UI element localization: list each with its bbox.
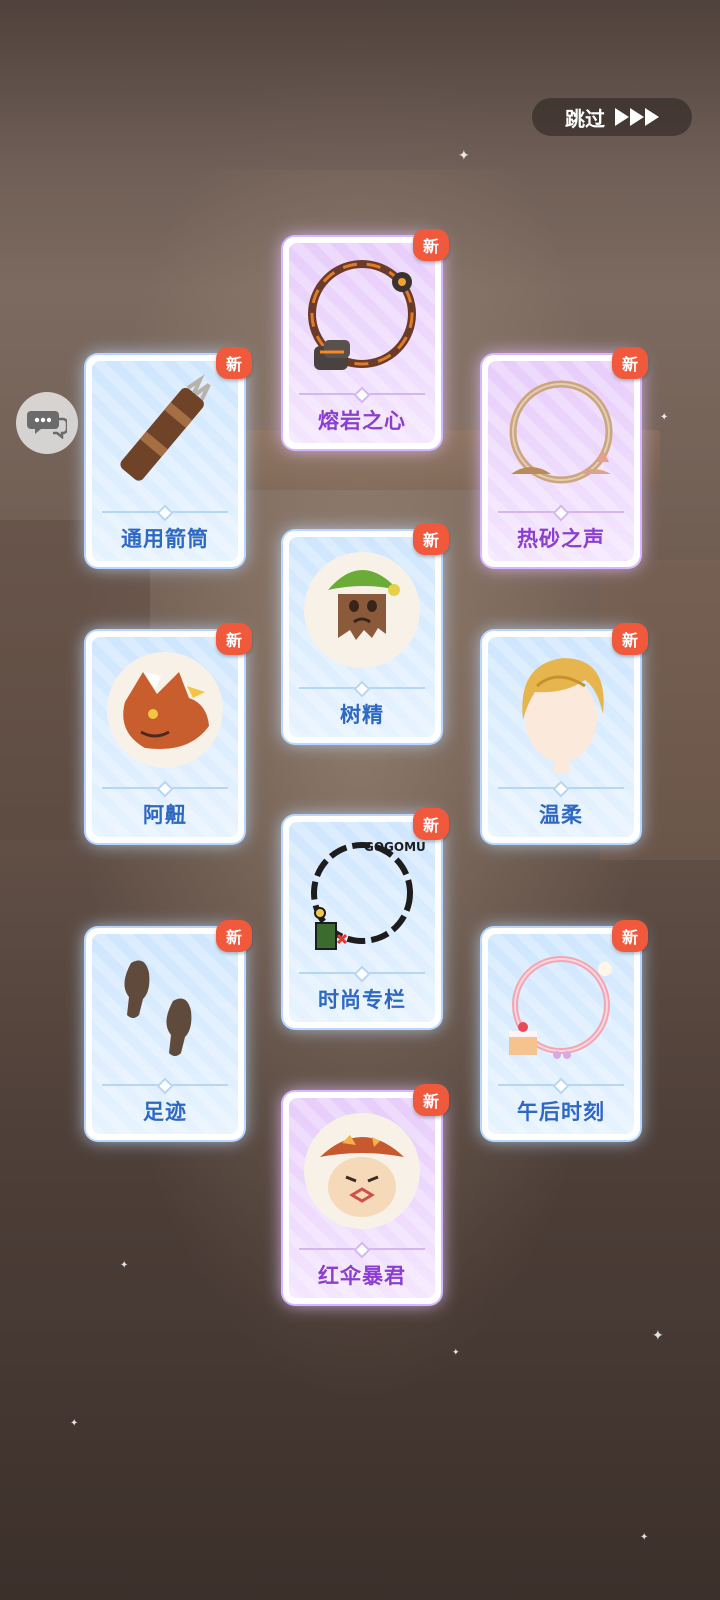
sand-frame-icon: [488, 367, 634, 501]
skip-button[interactable]: 跳过: [532, 98, 692, 136]
footprints-icon: [92, 940, 238, 1074]
new-badge: 新: [215, 347, 252, 379]
reward-card-quiver[interactable]: 通用箭筒 新: [86, 347, 252, 567]
new-badge: 新: [215, 920, 252, 952]
card-name: 足迹: [143, 1100, 187, 1124]
reward-card-afternoon[interactable]: 午后时刻 新: [482, 920, 648, 1140]
reward-card-treant[interactable]: 树精 新: [283, 523, 449, 743]
mushroom-icon: [289, 1104, 435, 1238]
card-divider: [299, 687, 425, 689]
card-divider: [498, 511, 624, 513]
new-badge: 新: [412, 808, 449, 840]
new-badge: 新: [412, 1084, 449, 1116]
gogo-muffin-frame-icon: GOGOMUFFIN: [289, 828, 435, 962]
card-name: 熔岩之心: [318, 409, 406, 433]
card-name: 午后时刻: [517, 1100, 605, 1124]
cake-frame-icon: [488, 940, 634, 1074]
fast-forward-icon: [615, 108, 659, 126]
card-divider: [299, 393, 425, 395]
new-badge: 新: [412, 523, 449, 555]
card-name: 通用箭筒: [121, 527, 209, 551]
new-badge: 新: [215, 623, 252, 655]
card-name: 树精: [340, 703, 384, 727]
card-name: 时尚专栏: [318, 988, 406, 1012]
gogo-muffin-text: GOGOMUFFIN: [364, 840, 426, 854]
card-name: 红伞暴君: [318, 1264, 406, 1288]
hair-icon: [488, 643, 634, 777]
new-badge: 新: [611, 623, 648, 655]
reward-card-fashion-column[interactable]: GOGOMUFFIN 时尚专栏 新: [283, 808, 449, 1028]
card-divider: [102, 511, 228, 513]
chat-button[interactable]: [16, 392, 78, 454]
card-divider: [299, 1248, 425, 1250]
new-badge: 新: [611, 347, 648, 379]
skip-label: 跳过: [565, 106, 605, 131]
reward-card-gentle-hair[interactable]: 温柔 新: [482, 623, 648, 843]
card-name: 阿䶊: [143, 803, 187, 827]
lava-frame-icon: [289, 249, 435, 383]
chat-bubbles-icon: [27, 411, 67, 439]
card-divider: [498, 1084, 624, 1086]
card-divider: [102, 787, 228, 789]
creature-icon: [92, 643, 238, 777]
treant-icon: [289, 543, 435, 677]
card-name: 热砂之声: [517, 527, 605, 551]
card-divider: [299, 972, 425, 974]
new-badge: 新: [412, 229, 449, 261]
reward-card-footprints[interactable]: 足迹 新: [86, 920, 252, 1140]
reward-card-red-umbrella-tyrant[interactable]: 红伞暴君 新: [283, 1084, 449, 1304]
card-divider: [498, 787, 624, 789]
quiver-icon: [92, 367, 238, 501]
reward-card-hot-sand[interactable]: 热砂之声 新: [482, 347, 648, 567]
reward-card-creature[interactable]: 阿䶊 新: [86, 623, 252, 843]
reward-card-lava-heart[interactable]: 熔岩之心 新: [283, 229, 449, 449]
card-name: 温柔: [539, 803, 583, 827]
new-badge: 新: [611, 920, 648, 952]
card-divider: [102, 1084, 228, 1086]
